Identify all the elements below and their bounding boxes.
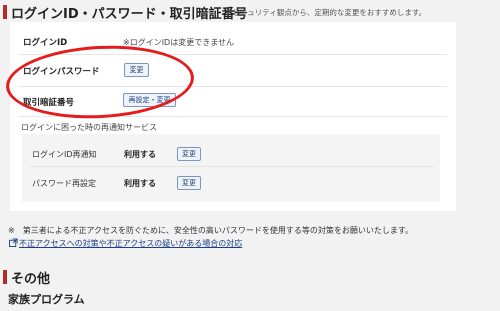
other-section-title: その他 [11,272,51,287]
notification-heading: ログインに困った時の再通知サービス [21,123,157,132]
row-divider [30,166,434,167]
change-id-reminder-button[interactable]: 変更 [177,147,201,161]
security-footnote: ※ 第三者による不正アクセスを防ぐために、安全性の高いパスワードを使用する等の対… [8,226,414,235]
login-id-reminder-label: ログインID再通知 [32,150,97,159]
password-reset-label: パスワード再設定 [32,179,96,188]
notification-box [22,134,440,202]
login-id-label: ログインID [23,38,68,48]
section-note: ※セキュリティ観点から、定期的な変更をおすすめします。 [226,8,427,17]
section-accent-bar [3,270,7,284]
external-link-icon [9,238,18,247]
section-accent-bar [3,5,7,19]
login-id-reminder-status: 利用する [124,150,156,159]
change-password-reset-button[interactable]: 変更 [177,176,201,190]
unauthorized-access-link[interactable]: 不正アクセスへの対策や不正アクセスの疑いがある場合の対応 [19,238,242,249]
login-id-value: ※ログインIDは変更できません [123,38,234,47]
page-title: ログインID・パスワード・取引暗証番号 [11,7,248,22]
password-reset-status: 利用する [124,179,156,188]
family-program-heading: 家族プログラム [8,293,85,306]
